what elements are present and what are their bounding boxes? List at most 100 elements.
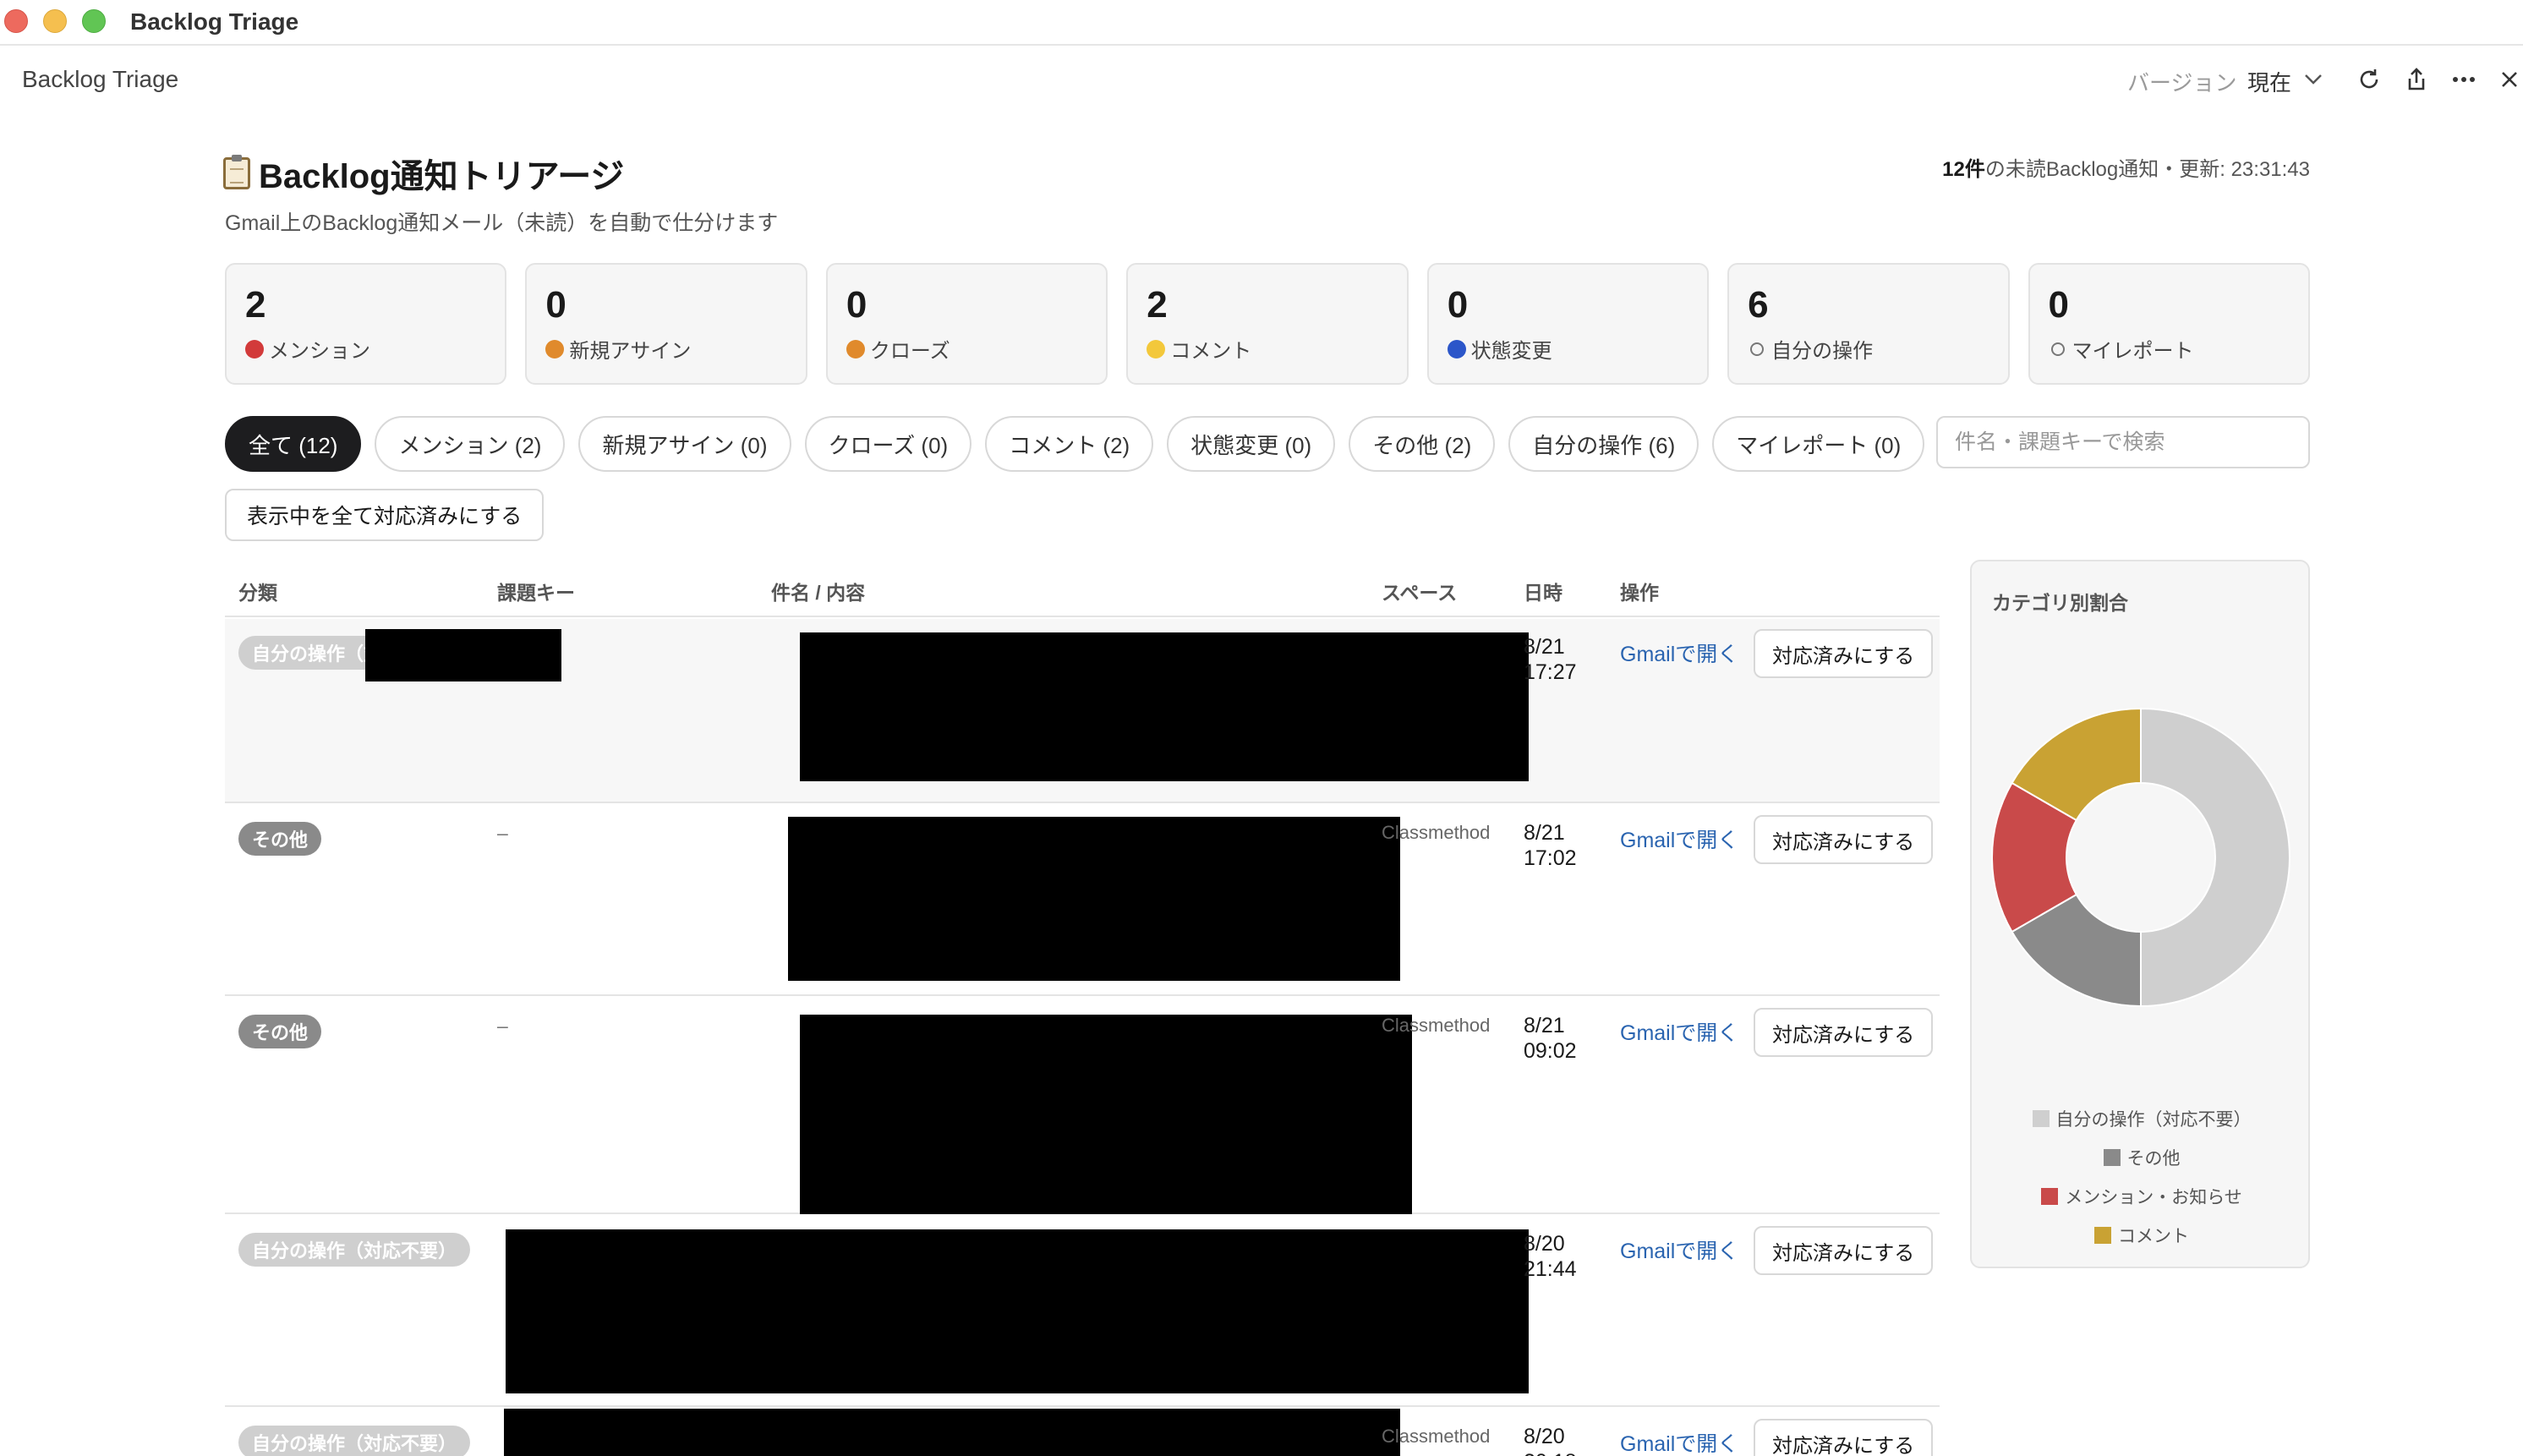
mark-done-button[interactable]: 対応済みにする bbox=[1754, 815, 1934, 864]
notification-table: 分類 課題キー 件名 / 内容 スペース 日時 操作 自分の操作（対応不要） 8… bbox=[225, 558, 1940, 1456]
header-category: 分類 bbox=[238, 582, 277, 604]
stat-card-count: 2 bbox=[245, 284, 266, 326]
stat-card-new-assign: 0 新規アサイン bbox=[525, 263, 807, 385]
redacted-content bbox=[365, 629, 561, 681]
open-in-gmail-link[interactable]: Gmailで開く bbox=[1620, 1234, 1738, 1265]
filter-tab-close[interactable]: クローズ (0) bbox=[804, 416, 972, 472]
app-toolbar: Backlog Triage バージョン 現在 bbox=[0, 47, 2523, 115]
stat-card-mention: 2 メンション bbox=[225, 263, 507, 385]
stat-card-label-text: メンション bbox=[269, 340, 370, 363]
open-in-gmail-link[interactable]: Gmailで開く bbox=[1620, 638, 1738, 668]
stat-card-label-text: クローズ bbox=[869, 340, 950, 363]
filter-tab-mention[interactable]: メンション (2) bbox=[375, 416, 566, 472]
version-select[interactable]: 現在 bbox=[2247, 66, 2291, 97]
filter-tab-comment[interactable]: コメント (2) bbox=[985, 416, 1154, 472]
space-name: Classmethod bbox=[1382, 822, 1491, 843]
notification-datetime: 8/21 09:02 bbox=[1524, 1013, 1577, 1064]
filter-tab-other[interactable]: その他 (2) bbox=[1349, 416, 1496, 472]
stat-card-label-text: マイレポート bbox=[2071, 340, 2194, 363]
chart-legend: 自分の操作（対応不要） その他 メンション・お知らせ コメント bbox=[1972, 1106, 2312, 1248]
legend-item-other: その他 bbox=[2103, 1145, 2181, 1170]
table-row: 自分の操作（対応不要） 8/21 17:27 Gmailで開く 対応済みにする bbox=[225, 619, 1940, 803]
clipboard-icon bbox=[223, 155, 250, 189]
header-action: 操作 bbox=[1620, 582, 1659, 604]
unread-summary: 12件の未読Backlog通知・更新: 23:31:43 bbox=[1942, 152, 2310, 182]
zoom-window-button[interactable] bbox=[82, 9, 106, 33]
table-row: 自分の操作（対応不要） 8/20 21:44 Gmailで開く 対応済みにする bbox=[225, 1216, 1940, 1407]
redacted-content bbox=[800, 1015, 1412, 1214]
notification-datetime: 8/21 17:02 bbox=[1524, 820, 1577, 871]
filter-tab-new-assign[interactable]: 新規アサイン (0) bbox=[578, 416, 791, 472]
category-chart-panel: カテゴリ別割合 自分の操作（対応不要） その他 メンション・お知らせ コメント bbox=[1970, 560, 2310, 1268]
legend-swatch bbox=[2103, 1149, 2121, 1166]
legend-label: その他 bbox=[2126, 1149, 2181, 1169]
table-row: その他 – Classmethod 8/21 17:02 Gmailで開く 対応済みに… bbox=[225, 805, 1940, 996]
color-dot-icon bbox=[846, 339, 865, 359]
category-donut-chart bbox=[1991, 707, 2290, 1008]
filter-tab-all[interactable]: 全て (12) bbox=[225, 416, 362, 472]
table-header: 分類 課題キー 件名 / 内容 スペース 日時 操作 bbox=[225, 558, 1940, 617]
stat-card-count: 0 bbox=[2048, 284, 2070, 326]
space-name: Classmethod bbox=[1382, 1426, 1491, 1447]
notification-date: 8/21 bbox=[1524, 1014, 1565, 1037]
category-tag: その他 bbox=[238, 1015, 322, 1048]
color-dot-icon bbox=[545, 339, 565, 359]
open-in-gmail-link[interactable]: Gmailで開く bbox=[1620, 1427, 1738, 1456]
mark-done-button[interactable]: 対応済みにする bbox=[1754, 1419, 1934, 1456]
search-input[interactable] bbox=[1936, 416, 2310, 468]
legend-label: 自分の操作（対応不要） bbox=[2055, 1110, 2252, 1130]
filter-tab-my-report[interactable]: マイレポート (0) bbox=[1712, 416, 1925, 472]
stat-card-comment: 2 コメント bbox=[1126, 263, 1409, 385]
mark-done-button[interactable]: 対応済みにする bbox=[1754, 629, 1934, 678]
page-subtitle: Gmail上のBacklog通知メール（未読）を自動で仕分けます bbox=[225, 211, 779, 235]
mark-done-button[interactable]: 対応済みにする bbox=[1754, 1226, 1934, 1275]
color-dot-icon bbox=[245, 339, 264, 359]
chevron-down-icon[interactable] bbox=[2296, 63, 2330, 96]
stat-card-label: 状態変更 bbox=[1447, 334, 1688, 364]
close-window-button[interactable] bbox=[4, 9, 28, 33]
filter-tab-own-action[interactable]: 自分の操作 (6) bbox=[1508, 416, 1699, 472]
open-in-gmail-link[interactable]: Gmailで開く bbox=[1620, 1016, 1738, 1047]
open-in-gmail-link[interactable]: Gmailで開く bbox=[1620, 824, 1738, 854]
issue-key: – bbox=[497, 822, 508, 844]
redacted-content bbox=[800, 632, 1529, 781]
version-label: バージョン bbox=[2127, 70, 2237, 96]
notification-datetime: 8/20 20:18 bbox=[1524, 1424, 1577, 1456]
legend-item-own-action: 自分の操作（対応不要） bbox=[2032, 1106, 2252, 1131]
donut-slice-own-action bbox=[2140, 707, 2290, 1008]
mark-all-done-button[interactable]: 表示中を全て対応済みにする bbox=[225, 489, 545, 541]
stat-card-label: メンション bbox=[245, 334, 486, 364]
stat-card-close: 0 クローズ bbox=[825, 263, 1108, 385]
notification-time: 17:27 bbox=[1524, 660, 1577, 684]
notification-date: 8/20 bbox=[1524, 1232, 1565, 1256]
more-icon[interactable] bbox=[2447, 63, 2481, 96]
header-subject: 件名 / 内容 bbox=[771, 582, 866, 604]
legend-swatch bbox=[2094, 1227, 2111, 1244]
share-icon[interactable] bbox=[2400, 63, 2433, 96]
header-issue-key: 課題キー bbox=[497, 582, 575, 604]
filter-tabs: 全て (12) メンション (2) 新規アサイン (0) クローズ (0) コメント (… bbox=[225, 416, 1925, 472]
notification-date: 8/21 bbox=[1524, 635, 1565, 659]
table-row: その他 – Classmethod 8/21 09:02 Gmailで開く 対応済みに… bbox=[225, 998, 1940, 1214]
notification-date: 8/21 bbox=[1524, 821, 1565, 845]
refresh-icon[interactable] bbox=[2352, 63, 2386, 96]
notification-datetime: 8/21 17:27 bbox=[1524, 634, 1577, 685]
stat-card-count: 0 bbox=[846, 284, 867, 326]
stat-card-label-text: 状態変更 bbox=[1470, 340, 1552, 363]
stat-cards: 2 メンション 0 新規アサイン 0 クローズ 2 コメント 0 状態変更 6 … bbox=[225, 263, 2310, 385]
color-dot-icon bbox=[1147, 339, 1166, 359]
filter-tab-status-change[interactable]: 状態変更 (0) bbox=[1167, 416, 1336, 472]
circle-outline-icon bbox=[2050, 342, 2065, 356]
unread-count: 12件 bbox=[1942, 158, 1985, 181]
mark-done-button[interactable]: 対応済みにする bbox=[1754, 1008, 1934, 1057]
window-title: Backlog Triage bbox=[130, 8, 299, 35]
close-icon[interactable] bbox=[2493, 63, 2523, 96]
legend-swatch bbox=[2041, 1188, 2059, 1205]
stat-card-label: クローズ bbox=[846, 334, 1087, 364]
circle-outline-icon bbox=[1750, 342, 1765, 356]
minimize-window-button[interactable] bbox=[43, 9, 67, 33]
space-name: Classmethod bbox=[1382, 1015, 1491, 1036]
legend-label: メンション・お知らせ bbox=[2065, 1188, 2242, 1207]
stat-card-label-text: 自分の操作 bbox=[1771, 340, 1874, 363]
stat-card-own-action: 6 自分の操作 bbox=[1727, 263, 2010, 385]
